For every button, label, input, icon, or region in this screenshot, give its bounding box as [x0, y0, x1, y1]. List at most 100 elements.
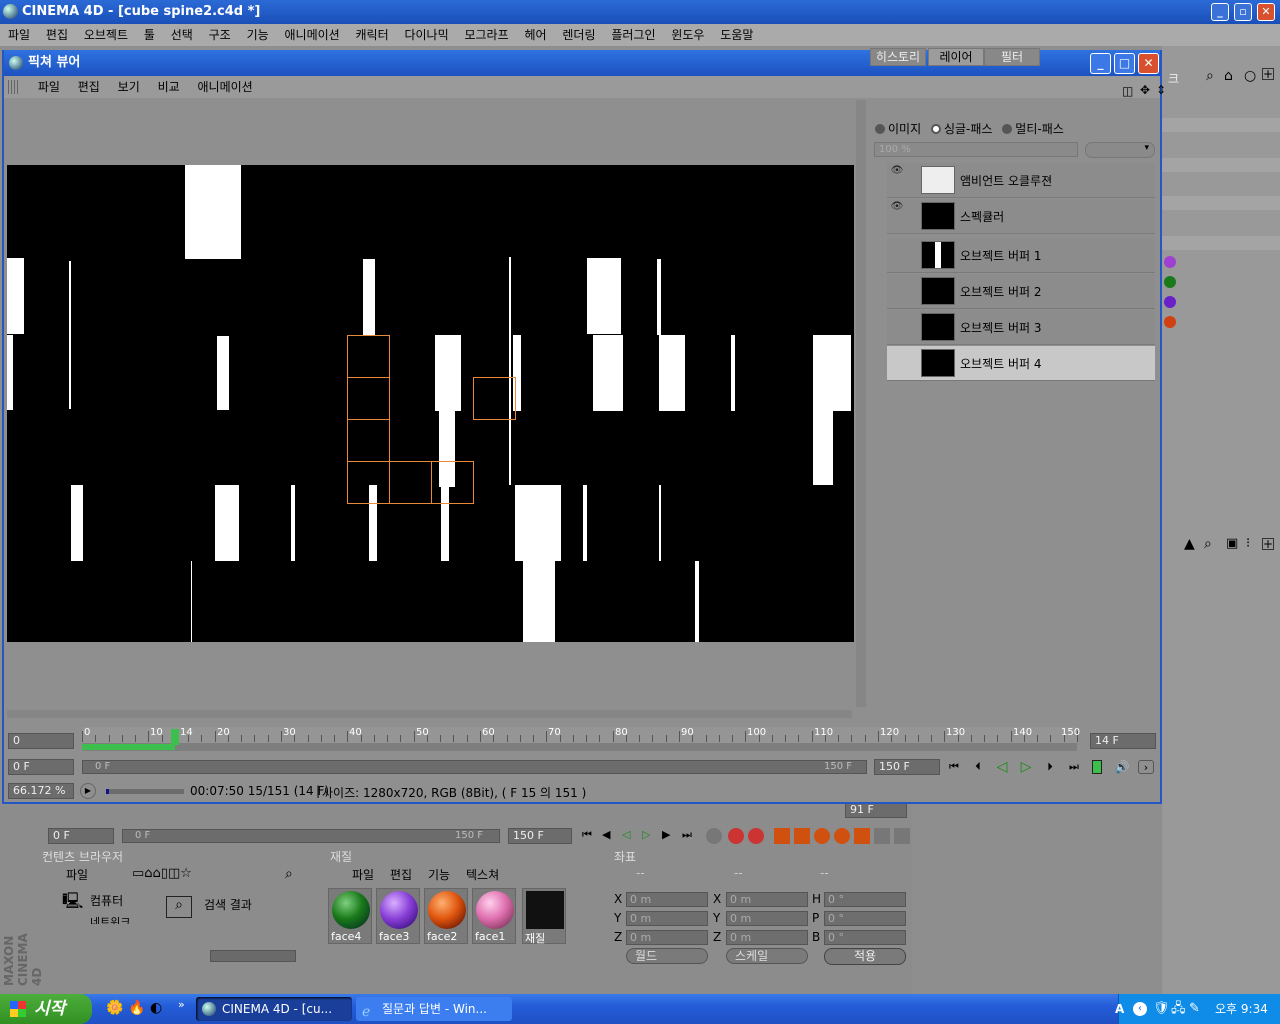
help-icon[interactable]: [748, 828, 764, 844]
eye-icon[interactable]: 👁: [889, 165, 905, 177]
quicklaunch-icon[interactable]: ◐: [150, 1000, 162, 1016]
restore-button[interactable]: ▫: [1234, 3, 1252, 21]
next-frame-icon[interactable]: ⏵: [1042, 760, 1058, 774]
coord-field[interactable]: 0 m: [626, 930, 708, 945]
link-icon[interactable]: ○: [1244, 68, 1256, 84]
network-icon[interactable]: 🖧: [1171, 994, 1186, 1024]
tree-network[interactable]: 네트워크: [90, 914, 130, 924]
frame-ruler[interactable]: 0 10 14 20 30 40 50 60 70 80 90 100 110 120 130 140 150: [82, 727, 1080, 751]
settings-icon[interactable]: ⁝: [1246, 536, 1250, 551]
menu-help[interactable]: 도움말: [712, 24, 753, 46]
material-swatch[interactable]: face1: [472, 888, 516, 944]
tray-arrow-icon[interactable]: ‹: [1133, 1002, 1147, 1016]
task-cinema4d[interactable]: CINEMA 4D - [cu...: [196, 997, 352, 1021]
radio-single-pass[interactable]: [930, 124, 941, 134]
pv-menu-compare[interactable]: 비교: [148, 76, 180, 98]
search-results-item[interactable]: 검색 결과: [204, 896, 252, 913]
prev-key-icon[interactable]: ◀: [602, 828, 610, 841]
render-image[interactable]: [7, 165, 854, 642]
eye-icon[interactable]: 👁: [889, 201, 905, 213]
menu-mograph[interactable]: 모그라프: [456, 24, 508, 46]
loop-icon[interactable]: [1092, 760, 1102, 774]
coord-field[interactable]: 0 m: [626, 892, 708, 907]
go-end-icon[interactable]: ⏭: [1066, 760, 1082, 774]
world-dropdown[interactable]: 월드: [626, 948, 708, 964]
layer-row[interactable]: 오브젝트 버퍼 1: [887, 238, 1155, 273]
menu-object[interactable]: 오브젝트: [76, 24, 128, 46]
radio-image[interactable]: [875, 124, 885, 134]
scale-key-icon[interactable]: [794, 828, 810, 844]
mat-menu-texture[interactable]: 텍스쳐: [466, 866, 499, 883]
menu-structure[interactable]: 구조: [201, 24, 231, 46]
menu-functions[interactable]: 기능: [239, 24, 269, 46]
sound-icon[interactable]: 🔊: [1114, 760, 1130, 774]
material-swatch[interactable]: 재질: [522, 888, 566, 945]
playhead[interactable]: [171, 729, 179, 745]
start-button[interactable]: 시작: [0, 994, 92, 1024]
menu-window[interactable]: 윈도우: [663, 24, 704, 46]
range-slider[interactable]: 0 F 150 F: [82, 760, 867, 774]
bg-frame-field[interactable]: 91 F: [845, 802, 907, 818]
more-icon[interactable]: ›: [1138, 760, 1154, 774]
blend-mode-dropdown[interactable]: ▾: [1085, 142, 1155, 158]
menu-animation[interactable]: 애니메이션: [276, 24, 339, 46]
cb-toolbar-icons[interactable]: ▭⌂⌂▯◫☆: [132, 866, 192, 881]
tab-filter[interactable]: 필터: [984, 48, 1040, 66]
coord-field[interactable]: 0 m: [726, 911, 808, 926]
mat-menu-edit[interactable]: 편집: [390, 866, 412, 883]
menu-render[interactable]: 렌더링: [554, 24, 595, 46]
record-icon[interactable]: [706, 828, 722, 844]
layer-row-selected[interactable]: 오브젝트 버퍼 4: [887, 346, 1155, 381]
bg-start-field[interactable]: 0 F: [48, 828, 114, 844]
arrow-icon[interactable]: ▲: [1184, 536, 1195, 552]
pla-key-icon[interactable]: [854, 828, 870, 844]
pv-menu-file[interactable]: 파일: [28, 76, 60, 98]
layer-row[interactable]: 👁 앰비언트 오클루젼: [887, 163, 1155, 198]
scale-dropdown[interactable]: 스케일: [726, 948, 808, 964]
rotate-key-icon[interactable]: [814, 828, 830, 844]
autokey-icon[interactable]: [728, 828, 744, 844]
lock-icon[interactable]: ▣: [1226, 536, 1238, 551]
next-key-icon[interactable]: ▶: [662, 828, 670, 841]
bg-end-field[interactable]: 150 F: [508, 828, 572, 844]
menu-select[interactable]: 선택: [163, 24, 193, 46]
material-swatch[interactable]: face4: [328, 888, 372, 944]
coord-field[interactable]: 0 °: [824, 911, 906, 926]
zoom-play-icon[interactable]: ▶: [80, 783, 96, 799]
tab-history[interactable]: 히스토리: [870, 48, 926, 66]
menu-tools[interactable]: 툴: [136, 24, 155, 46]
go-start-icon[interactable]: ⏮: [946, 760, 962, 774]
mat-menu-file[interactable]: 파일: [352, 866, 374, 883]
quicklaunch-icon[interactable]: 🔥: [128, 1000, 145, 1016]
pv-menu-edit[interactable]: 편집: [68, 76, 100, 98]
material-swatch[interactable]: face2: [424, 888, 468, 944]
tree-computer[interactable]: 컴퓨터: [90, 892, 123, 909]
play-forward-icon[interactable]: ▷: [1018, 760, 1034, 774]
search-icon[interactable]: ⌕: [1206, 68, 1214, 84]
tab-layers[interactable]: 레이어: [928, 48, 984, 66]
minimize-button[interactable]: _: [1211, 3, 1229, 21]
menu-hair[interactable]: 헤어: [516, 24, 546, 46]
current-frame-field[interactable]: 14 F: [1090, 733, 1156, 749]
home-icon[interactable]: ⌂: [1224, 68, 1233, 84]
menu-plugins[interactable]: 플러그인: [603, 24, 655, 46]
close-button[interactable]: ✕: [1257, 3, 1275, 21]
material-swatch[interactable]: face3: [376, 888, 420, 944]
search-icon[interactable]: ⌕: [285, 866, 293, 882]
go-end-icon[interactable]: ⏭: [682, 828, 692, 842]
coord-field[interactable]: 0 m: [726, 892, 808, 907]
play-backward-icon[interactable]: ◁: [994, 760, 1010, 774]
new-panel-icon[interactable]: +: [1262, 68, 1274, 80]
scroll-icon[interactable]: ⇕: [1146, 79, 1166, 101]
cb-zoom-slider[interactable]: [210, 950, 296, 962]
menu-dynamics[interactable]: 다이나믹: [396, 24, 448, 46]
task-browser[interactable]: ℯ 질문과 답변 - Win...: [356, 997, 512, 1021]
search-icon[interactable]: ⌕: [1204, 536, 1212, 552]
menu-edit[interactable]: 편집: [38, 24, 68, 46]
cb-menu-file[interactable]: 파일: [66, 866, 88, 883]
keyframe-icon[interactable]: [874, 828, 890, 844]
param-key-icon[interactable]: [834, 828, 850, 844]
shield-icon[interactable]: 🛡: [1153, 994, 1170, 1024]
radio-multi-pass[interactable]: [1002, 124, 1013, 134]
new-panel-icon[interactable]: +: [1262, 538, 1274, 550]
